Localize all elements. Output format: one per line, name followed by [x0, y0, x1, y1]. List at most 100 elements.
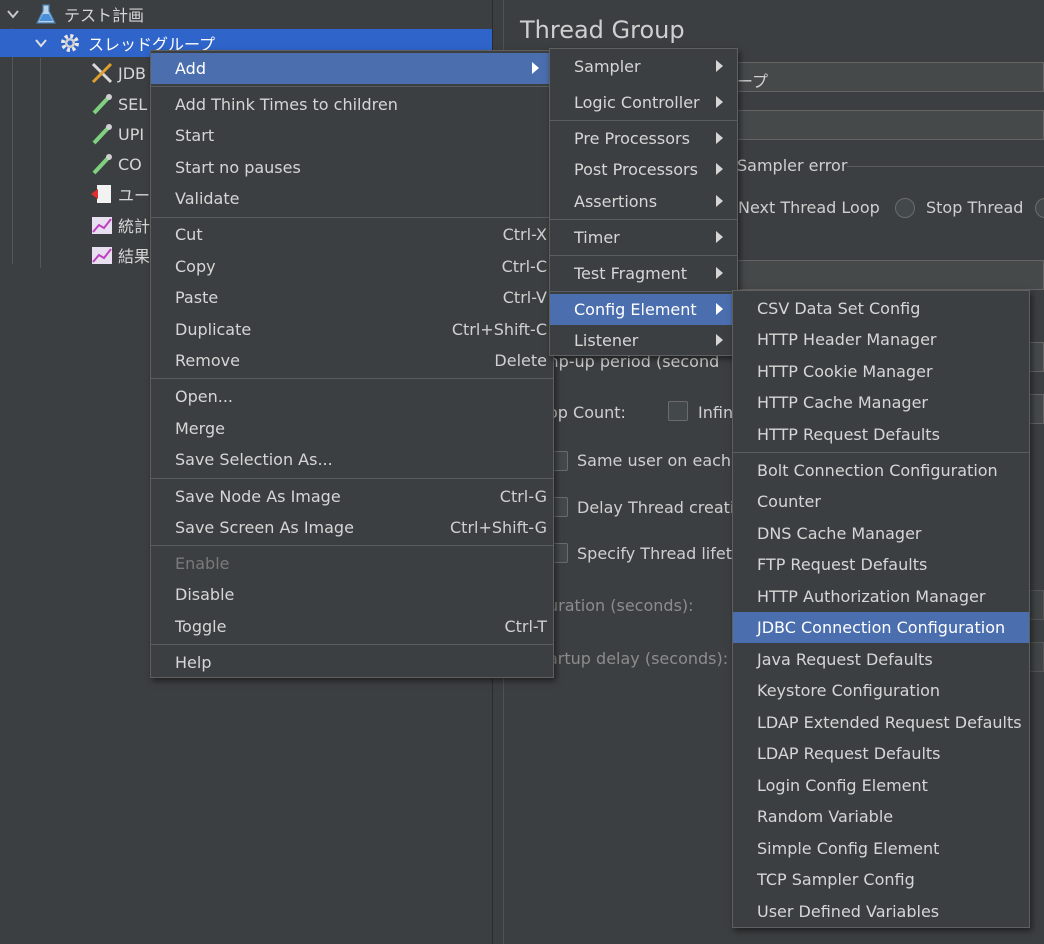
- menu-item-label: Start no pauses: [175, 158, 301, 177]
- tree-label: 結果: [118, 247, 151, 266]
- menu-item-label: HTTP Cookie Manager: [757, 362, 933, 381]
- tree-node-jdbc[interactable]: JDB: [90, 59, 146, 87]
- menu-item-label: Enable: [175, 554, 230, 573]
- menu-item-label: Simple Config Element: [757, 839, 940, 858]
- menu-separator: [550, 219, 737, 220]
- tree-node-stats[interactable]: 統計: [90, 211, 150, 239]
- next-thread-loop-label[interactable]: Next Thread Loop: [738, 198, 880, 217]
- menu-item-start-no-pauses[interactable]: Start no pauses: [151, 152, 553, 183]
- chart-icon: [90, 213, 114, 237]
- menu-item-remove[interactable]: Remove Delete: [151, 345, 553, 376]
- submenu-arrow-icon: [716, 60, 723, 72]
- menu-item-toggle[interactable]: Toggle Ctrl-T: [151, 611, 553, 642]
- menu-item-http-cache-manager[interactable]: HTTP Cache Manager: [733, 387, 1029, 418]
- menu-item-ldap-request-defaults[interactable]: LDAP Request Defaults: [733, 738, 1029, 769]
- menu-item-timer[interactable]: Timer: [550, 222, 737, 253]
- stop-thread-label[interactable]: Stop Thread: [926, 198, 1023, 217]
- startup-delay-label: artup delay (seconds):: [548, 649, 729, 668]
- chart-icon: [90, 243, 114, 267]
- menu-item-merge[interactable]: Merge: [151, 413, 553, 444]
- name-field[interactable]: [735, 62, 1044, 92]
- menu-item-label: Test Fragment: [574, 264, 688, 283]
- tree-node-sel[interactable]: SEL: [90, 90, 147, 118]
- menu-item-label: JDBC Connection Configuration: [757, 618, 1006, 637]
- menu-item-config-element[interactable]: Config Element: [550, 294, 737, 325]
- menu-item-label: HTTP Header Manager: [757, 330, 937, 349]
- menu-item-bolt-connection-configuration[interactable]: Bolt Connection Configuration: [733, 455, 1029, 486]
- menu-item-label: Counter: [757, 492, 821, 511]
- menu-item-save-selection-as[interactable]: Save Selection As...: [151, 444, 553, 475]
- pipette-icon: [90, 122, 114, 146]
- menu-item-jdbc-connection-configuration[interactable]: JDBC Connection Configuration: [733, 612, 1029, 643]
- menu-item-open[interactable]: Open...: [151, 381, 553, 412]
- menu-item-help[interactable]: Help: [151, 647, 553, 678]
- menu-item-copy[interactable]: Copy Ctrl-C: [151, 251, 553, 282]
- menu-item-ftp-request-defaults[interactable]: FTP Request Defaults: [733, 549, 1029, 580]
- tree-node-results[interactable]: 結果: [90, 241, 150, 269]
- menu-item-java-request-defaults[interactable]: Java Request Defaults: [733, 644, 1029, 675]
- menu-item-http-authorization-manager[interactable]: HTTP Authorization Manager: [733, 581, 1029, 612]
- menu-item-tcp-sampler-config[interactable]: TCP Sampler Config: [733, 864, 1029, 895]
- menu-item-logic-controller[interactable]: Logic Controller: [550, 87, 737, 118]
- stop-test-radio[interactable]: [1035, 198, 1044, 218]
- menu-item-label: Pre Processors: [574, 129, 690, 148]
- menu-item-pre-processors[interactable]: Pre Processors: [550, 123, 737, 154]
- menu-item-save-screen-as-image[interactable]: Save Screen As Image Ctrl+Shift-G: [151, 512, 553, 543]
- infinite-checkbox[interactable]: [668, 401, 688, 421]
- menu-item-paste[interactable]: Paste Ctrl-V: [151, 282, 553, 313]
- tree-node-user-vars[interactable]: ユー: [90, 180, 150, 208]
- menu-item-label: Validate: [175, 189, 240, 208]
- submenu-arrow-icon: [532, 62, 539, 74]
- menu-item-http-request-defaults[interactable]: HTTP Request Defaults: [733, 419, 1029, 450]
- stop-thread-radio[interactable]: [895, 198, 915, 218]
- comments-field[interactable]: [735, 110, 1044, 140]
- menu-item-http-header-manager[interactable]: HTTP Header Manager: [733, 324, 1029, 355]
- menu-item-label: Sampler: [574, 57, 641, 76]
- menu-item-random-variable[interactable]: Random Variable: [733, 801, 1029, 832]
- menu-item-http-cookie-manager[interactable]: HTTP Cookie Manager: [733, 356, 1029, 387]
- menu-item-label: Save Node As Image: [175, 487, 341, 506]
- menu-item-cut[interactable]: Cut Ctrl-X: [151, 219, 553, 250]
- menu-item-label: HTTP Request Defaults: [757, 425, 940, 444]
- menu-item-shortcut: Delete: [494, 351, 547, 370]
- menu-item-label: LDAP Request Defaults: [757, 744, 941, 763]
- menu-item-disable[interactable]: Disable: [151, 579, 553, 610]
- menu-item-save-node-as-image[interactable]: Save Node As Image Ctrl-G: [151, 481, 553, 512]
- menu-item-assertions[interactable]: Assertions: [550, 186, 737, 217]
- document-arrow-icon: [90, 182, 114, 206]
- tree-node-co[interactable]: CO: [90, 150, 142, 178]
- menu-item-dns-cache-manager[interactable]: DNS Cache Manager: [733, 518, 1029, 549]
- menu-separator: [550, 120, 737, 121]
- name-field-value: ープ: [737, 72, 769, 91]
- menu-item-label: Save Selection As...: [175, 450, 333, 469]
- menu-item-add[interactable]: Add: [151, 53, 553, 84]
- menu-item-label: Save Screen As Image: [175, 518, 354, 537]
- menu-item-shortcut: Ctrl-C: [501, 257, 547, 276]
- menu-item-label: Start: [175, 126, 215, 145]
- menu-item-test-fragment[interactable]: Test Fragment: [550, 258, 737, 289]
- menu-item-add-think-times[interactable]: Add Think Times to children: [151, 89, 553, 120]
- menu-item-user-defined-variables[interactable]: User Defined Variables: [733, 896, 1029, 927]
- threads-field[interactable]: [735, 260, 1044, 290]
- tree-node-test-plan[interactable]: テスト計画: [6, 0, 144, 28]
- menu-separator: [550, 255, 737, 256]
- menu-item-start[interactable]: Start: [151, 120, 553, 151]
- tree-node-upd[interactable]: UPI: [90, 120, 144, 148]
- menu-item-listener[interactable]: Listener: [550, 325, 737, 356]
- menu-item-counter[interactable]: Counter: [733, 486, 1029, 517]
- menu-item-shortcut: Ctrl+Shift-C: [451, 320, 547, 339]
- menu-item-simple-config-element[interactable]: Simple Config Element: [733, 833, 1029, 864]
- menu-item-duplicate[interactable]: Duplicate Ctrl+Shift-C: [151, 314, 553, 345]
- chevron-down-icon[interactable]: [34, 36, 48, 50]
- menu-item-enable: Enable: [151, 548, 553, 579]
- menu-item-post-processors[interactable]: Post Processors: [550, 154, 737, 185]
- menu-item-sampler[interactable]: Sampler: [550, 51, 737, 82]
- menu-item-keystore-configuration[interactable]: Keystore Configuration: [733, 675, 1029, 706]
- menu-item-ldap-extended-request-defaults[interactable]: LDAP Extended Request Defaults: [733, 707, 1029, 738]
- menu-item-csv-data-set-config[interactable]: CSV Data Set Config: [733, 293, 1029, 324]
- menu-item-validate[interactable]: Validate: [151, 183, 553, 214]
- chevron-down-icon[interactable]: [6, 7, 20, 21]
- tree-label: SEL: [118, 94, 148, 114]
- menu-item-label: Remove: [175, 351, 240, 370]
- menu-item-login-config-element[interactable]: Login Config Element: [733, 770, 1029, 801]
